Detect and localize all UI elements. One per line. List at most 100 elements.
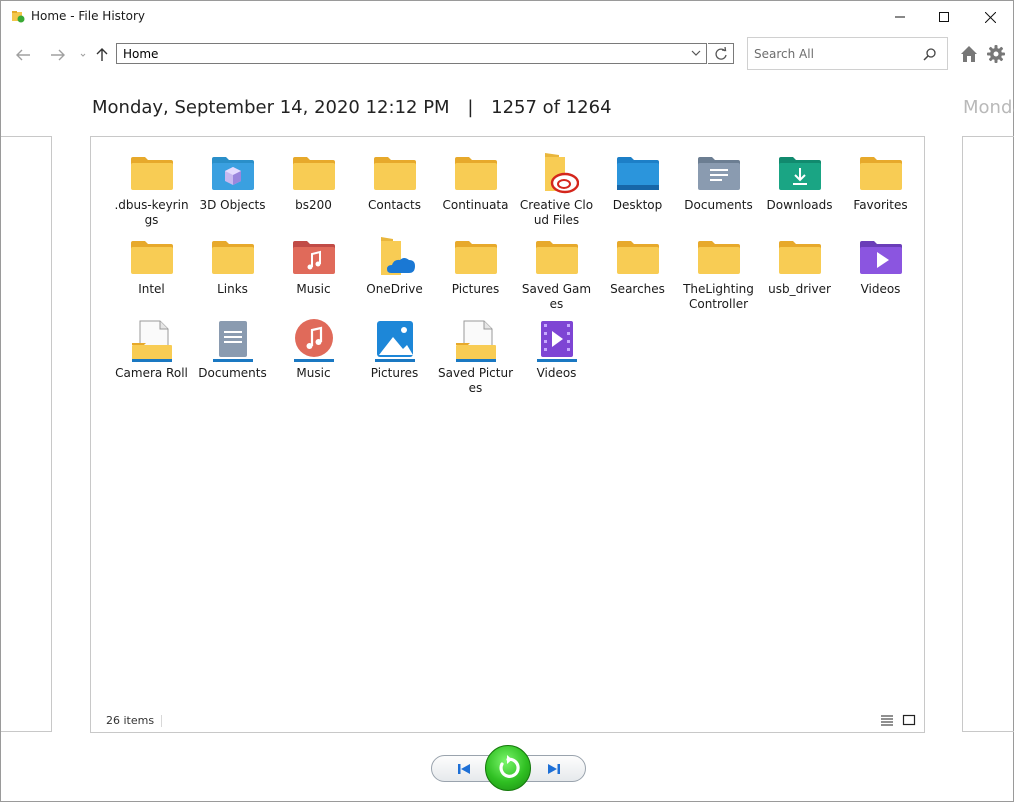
file-item[interactable]: OneDrive	[354, 233, 435, 317]
snapshot-datetime: Monday, September 14, 2020 12:12 PM	[92, 97, 450, 118]
arrow-up-icon	[96, 48, 108, 61]
file-item-label: .dbus-keyrings	[114, 198, 189, 227]
file-item-label: Favorites	[853, 198, 908, 212]
recent-locations-button[interactable]	[77, 44, 89, 66]
file-item-label: Pictures	[451, 282, 500, 296]
file-item-label: OneDrive	[366, 282, 423, 296]
file-item-label: Continuata	[442, 198, 509, 212]
forward-button[interactable]	[47, 44, 69, 66]
file-item-label: TheLightingController	[683, 282, 754, 311]
file-item[interactable]: Links	[192, 233, 273, 317]
file-item-label: Music	[296, 282, 331, 296]
restore-icon	[499, 755, 520, 778]
folder-icon	[695, 233, 743, 281]
maximize-icon	[939, 12, 949, 22]
address-bar[interactable]: Home	[116, 43, 707, 64]
file-item[interactable]: Favorites	[840, 149, 921, 233]
file-item[interactable]: Intel	[111, 233, 192, 317]
file-item-label: 3D Objects	[199, 198, 266, 212]
close-button[interactable]	[967, 1, 1013, 33]
previous-snapshot-panel[interactable]	[1, 136, 52, 732]
file-item-label: Desktop	[612, 198, 663, 212]
minimize-icon	[895, 16, 905, 18]
file-item-label: usb_driver	[768, 282, 831, 296]
file-history-window: Home - File History Home Search All Mond…	[0, 0, 1014, 802]
file-item-label: Music	[296, 366, 331, 380]
gear-icon[interactable]	[986, 44, 1006, 64]
header-separator: |	[467, 97, 474, 118]
file-item[interactable]: Documents	[192, 317, 273, 401]
file-item[interactable]: Documents	[678, 149, 759, 233]
file-item-label: Saved Pictures	[437, 366, 514, 395]
folder-icon	[776, 233, 824, 281]
file-item[interactable]: Music	[273, 317, 354, 401]
file-item[interactable]: 3D Objects	[192, 149, 273, 233]
music-folder-icon	[290, 233, 338, 281]
file-item-label: Downloads	[766, 198, 833, 212]
file-item-label: Documents	[198, 366, 267, 380]
home-icon[interactable]	[959, 44, 979, 64]
file-item[interactable]: Searches	[597, 233, 678, 317]
file-item[interactable]: Creative Cloud Files	[516, 149, 597, 233]
next-snapshot-panel[interactable]	[962, 136, 1014, 732]
music-library-icon	[290, 317, 338, 365]
documents-folder-icon	[695, 149, 743, 197]
file-item[interactable]: Videos	[516, 317, 597, 401]
downloads-folder-icon	[776, 149, 824, 197]
chevron-down-icon[interactable]	[689, 46, 703, 60]
file-item[interactable]: Saved Games	[516, 233, 597, 317]
file-item[interactable]: Pictures	[435, 233, 516, 317]
folder-icon	[533, 233, 581, 281]
file-item-label: Documents	[684, 198, 753, 212]
snapshot-content-panel: .dbus-keyrings 3D Objects bs200 Contacts Con…	[90, 136, 925, 733]
next-version-icon	[547, 763, 560, 774]
search-box[interactable]: Search All	[747, 37, 948, 70]
folder-icon	[371, 149, 419, 197]
chevron-down-icon	[80, 53, 86, 57]
details-view-icon[interactable]	[880, 713, 894, 727]
file-item-label: Creative Cloud Files	[519, 198, 594, 227]
file-item[interactable]: bs200	[273, 149, 354, 233]
3d-objects-folder-icon	[209, 149, 257, 197]
file-item[interactable]: TheLightingController	[678, 233, 759, 317]
file-item[interactable]: Saved Pictures	[435, 317, 516, 401]
up-button[interactable]	[91, 44, 113, 66]
large-icons-view-icon[interactable]	[902, 713, 916, 727]
folder-icon	[128, 233, 176, 281]
restore-button[interactable]	[485, 745, 531, 791]
folder-icon	[290, 149, 338, 197]
file-item-label: Pictures	[370, 366, 419, 380]
file-item[interactable]: Contacts	[354, 149, 435, 233]
folder-icon	[452, 149, 500, 197]
back-button[interactable]	[12, 44, 34, 66]
file-item[interactable]: Downloads	[759, 149, 840, 233]
minimize-button[interactable]	[877, 1, 923, 33]
videos-library-icon	[533, 317, 581, 365]
creative-cloud-folder-icon	[533, 149, 581, 197]
file-item[interactable]: usb_driver	[759, 233, 840, 317]
maximize-button[interactable]	[921, 1, 967, 33]
title-bar: Home - File History	[1, 1, 1013, 33]
close-icon	[984, 11, 996, 23]
file-item[interactable]: Desktop	[597, 149, 678, 233]
file-item[interactable]: Continuata	[435, 149, 516, 233]
refresh-button[interactable]	[708, 43, 734, 64]
search-placeholder: Search All	[754, 47, 814, 61]
file-grid: .dbus-keyrings 3D Objects bs200 Contacts Con…	[111, 149, 921, 401]
arrow-left-icon	[16, 49, 30, 61]
file-item[interactable]: Pictures	[354, 317, 435, 401]
documents-library-icon	[209, 317, 257, 365]
status-divider	[161, 715, 162, 727]
snapshot-position: 1257 of 1264	[491, 97, 612, 118]
file-item-label: Camera Roll	[115, 366, 188, 380]
file-item-label: bs200	[295, 198, 332, 212]
file-item[interactable]: .dbus-keyrings	[111, 149, 192, 233]
saved-pictures-library-icon	[452, 317, 500, 365]
folder-icon	[128, 149, 176, 197]
file-item[interactable]: Videos	[840, 233, 921, 317]
folder-icon	[614, 233, 662, 281]
file-item[interactable]: Music	[273, 233, 354, 317]
pictures-library-icon	[371, 317, 419, 365]
file-item[interactable]: Camera Roll	[111, 317, 192, 401]
file-item-label: Saved Games	[521, 282, 592, 311]
